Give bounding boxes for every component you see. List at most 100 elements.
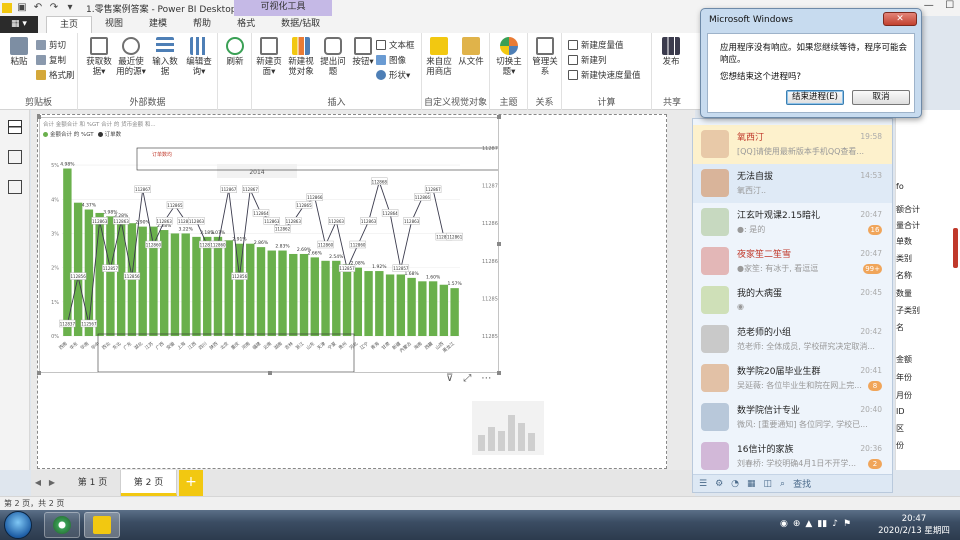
tray-expand-icon[interactable]: ▲ bbox=[805, 519, 812, 529]
volume-icon[interactable]: ♪ bbox=[832, 519, 838, 529]
start-button[interactable] bbox=[4, 511, 32, 539]
fields-item[interactable]: 额合计 bbox=[896, 204, 920, 215]
next-page-arrow[interactable]: ▶ bbox=[45, 470, 59, 496]
qq-conversation-item[interactable]: 我的大病蛋 ◉ 20:45 bbox=[693, 281, 892, 320]
manage-relationships-button[interactable]: 管理关系 bbox=[530, 37, 560, 77]
data-view-icon[interactable] bbox=[7, 150, 22, 164]
resize-handle-br[interactable] bbox=[497, 371, 501, 375]
flag-icon[interactable]: ⚑ bbox=[843, 519, 851, 529]
shapes-button[interactable]: 形状▾ bbox=[376, 69, 410, 81]
qq-conversation-item[interactable]: 16信计的家族 刘春桥: 学校明确4月1日不开学... 20:36 2 bbox=[693, 437, 892, 476]
qq-apps-icon[interactable]: ◫ bbox=[764, 479, 773, 489]
enter-data-button[interactable]: 输入数据 bbox=[150, 37, 180, 77]
refresh-button[interactable]: 刷新 bbox=[220, 37, 250, 67]
empty-visual-placeholder[interactable] bbox=[472, 401, 544, 455]
qq-conversation-item[interactable]: 夜家笙二笙雪 ●家笙: 有冰于, 看逗逗 20:47 99+ bbox=[693, 242, 892, 281]
buttons-button[interactable]: 按钮▾ bbox=[348, 37, 378, 67]
fields-item[interactable]: ID bbox=[896, 407, 905, 416]
fields-item[interactable]: 名 bbox=[896, 322, 904, 333]
paste-button[interactable]: 粘贴 bbox=[4, 37, 34, 67]
cancel-button[interactable]: 取消 bbox=[852, 90, 910, 105]
combo-chart-visual[interactable]: 合计 金额合计 和 %GT 合计 的 货币金额 和... 金额合计 的 %GT … bbox=[37, 115, 501, 375]
customize-qat-icon[interactable]: ▾ bbox=[64, 2, 76, 14]
recent-sources-button[interactable]: 最近使用的源▾ bbox=[116, 37, 146, 77]
network-icon[interactable]: ▮▮ bbox=[817, 519, 827, 529]
tray-icon-1[interactable]: ◉ bbox=[780, 519, 788, 529]
prev-page-arrow[interactable]: ◀ bbox=[31, 470, 45, 496]
taskbar-browser[interactable] bbox=[44, 512, 80, 538]
qq-menu-icon[interactable]: ☰ bbox=[699, 479, 707, 489]
format-painter-button[interactable]: 格式刷 bbox=[36, 69, 75, 81]
taskbar-clock[interactable]: 20:47 2020/2/13 星期四 bbox=[872, 513, 956, 537]
image-button[interactable]: 图像 bbox=[376, 54, 406, 66]
new-measure-button[interactable]: 新建度量值 bbox=[568, 39, 624, 51]
tray-icon-2[interactable]: ⊕ bbox=[793, 519, 801, 529]
taskbar-powerbi[interactable] bbox=[84, 512, 120, 538]
minimize-button[interactable]: — bbox=[924, 0, 934, 16]
new-quick-measure-button[interactable]: 新建快速度量值 bbox=[568, 69, 641, 81]
fields-item[interactable]: 区 bbox=[896, 423, 904, 434]
redo-icon[interactable]: ↷ bbox=[48, 2, 60, 14]
tab-file[interactable]: ▦ ▾ bbox=[0, 16, 38, 33]
cut-button[interactable]: 剪切 bbox=[36, 39, 66, 51]
qq-conversation-item[interactable]: 江玄叶观课2.15暗礼 ●: 是的 20:47 16 bbox=[693, 203, 892, 242]
new-page-button[interactable]: 新建页面▾ bbox=[254, 37, 284, 77]
qq-conversation-item[interactable]: 数学院信计专业 微风: [重要通知] 各位同学, 学校已... 20:40 bbox=[693, 398, 892, 437]
fields-item[interactable]: 年份 bbox=[896, 372, 912, 383]
qq-conversation-item[interactable]: 无法自拔 氧西汀.. 14:53 bbox=[693, 164, 892, 203]
fields-item[interactable]: 类别 bbox=[896, 253, 912, 264]
focus-mode-icon[interactable]: ⤢ bbox=[463, 373, 471, 384]
qq-conversation-item[interactable]: 数学院20届毕业生群 吴延薇: 各位毕业生和院在网上完... 20:41 8 bbox=[693, 359, 892, 398]
end-process-button[interactable]: 结束进程(E) bbox=[786, 90, 844, 105]
fields-item[interactable]: 单数 bbox=[896, 236, 912, 247]
fields-item[interactable]: fo bbox=[896, 182, 904, 191]
qq-search-label[interactable]: 查找 bbox=[793, 477, 811, 490]
qq-conversation-item[interactable]: 范老师的小组 范老师: 全体成员, 学校研究决定取消... 20:42 bbox=[693, 320, 892, 359]
fields-item[interactable]: 数量 bbox=[896, 288, 912, 299]
copy-button[interactable]: 复制 bbox=[36, 54, 66, 66]
qq-files-icon[interactable]: ▦ bbox=[747, 479, 756, 489]
text-box-button[interactable]: 文本框 bbox=[376, 39, 415, 51]
resize-handle-tr[interactable] bbox=[497, 115, 501, 119]
dialog-close-button[interactable]: ✕ bbox=[883, 12, 917, 26]
resize-handle-tl[interactable] bbox=[37, 115, 41, 119]
resize-handle-b[interactable] bbox=[268, 371, 272, 375]
marketplace-button[interactable]: 来自应用商店 bbox=[424, 37, 454, 77]
tab-view[interactable]: 视图 bbox=[92, 16, 136, 33]
filter-icon[interactable]: ⊽ bbox=[446, 373, 453, 384]
from-file-button[interactable]: 从文件 bbox=[456, 37, 486, 67]
tab-modeling[interactable]: 建模 bbox=[136, 16, 180, 33]
tab-home[interactable]: 主页 bbox=[46, 16, 93, 33]
new-column-button[interactable]: 新建列 bbox=[568, 54, 607, 66]
qq-conversation-item[interactable]: 氧西汀 [QQ]请使用最新版本手机QQ查看... 19:58 bbox=[693, 125, 892, 164]
qq-settings-icon[interactable]: ⚙ bbox=[715, 479, 723, 489]
qq-search-icon[interactable]: ⌕ bbox=[780, 479, 785, 489]
qq-bell-icon[interactable]: ◔ bbox=[731, 479, 739, 489]
tab-help[interactable]: 帮助 bbox=[180, 16, 224, 33]
tab-data-drill[interactable]: 数据/钻取 bbox=[268, 16, 333, 33]
publish-button[interactable]: 发布 bbox=[656, 37, 686, 67]
switch-theme-button[interactable]: 切换主题▾ bbox=[494, 37, 524, 77]
fields-item[interactable]: 金额 bbox=[896, 354, 912, 365]
model-view-icon[interactable] bbox=[7, 180, 22, 194]
undo-icon[interactable]: ↶ bbox=[32, 2, 44, 14]
report-view-icon[interactable] bbox=[7, 120, 22, 134]
page-tab-1[interactable]: 第 1 页 bbox=[65, 470, 121, 496]
fields-item[interactable]: 名称 bbox=[896, 270, 912, 281]
get-data-button[interactable]: 获取数据▾ bbox=[84, 37, 114, 77]
maximize-button[interactable]: ☐ bbox=[945, 0, 954, 16]
fields-item[interactable]: 份 bbox=[896, 440, 904, 451]
save-icon[interactable]: ▣ bbox=[16, 2, 28, 14]
tab-format[interactable]: 格式 bbox=[224, 16, 268, 33]
fields-scrollbar[interactable] bbox=[953, 228, 958, 268]
new-visual-button[interactable]: 新建视觉对象 bbox=[286, 37, 316, 77]
add-page-button[interactable]: + bbox=[179, 470, 203, 496]
more-options-icon[interactable]: ⋯ bbox=[481, 373, 491, 384]
fields-item[interactable]: 月份 bbox=[896, 390, 912, 401]
fields-item[interactable]: 量合计 bbox=[896, 220, 920, 231]
resize-handle-bl[interactable] bbox=[37, 371, 41, 375]
fields-item[interactable]: 子类别 bbox=[896, 305, 920, 316]
ask-question-button[interactable]: 提出问题 bbox=[318, 37, 348, 77]
edit-queries-button[interactable]: 编辑查询▾ bbox=[184, 37, 214, 77]
page-tab-2[interactable]: 第 2 页 bbox=[121, 470, 177, 496]
